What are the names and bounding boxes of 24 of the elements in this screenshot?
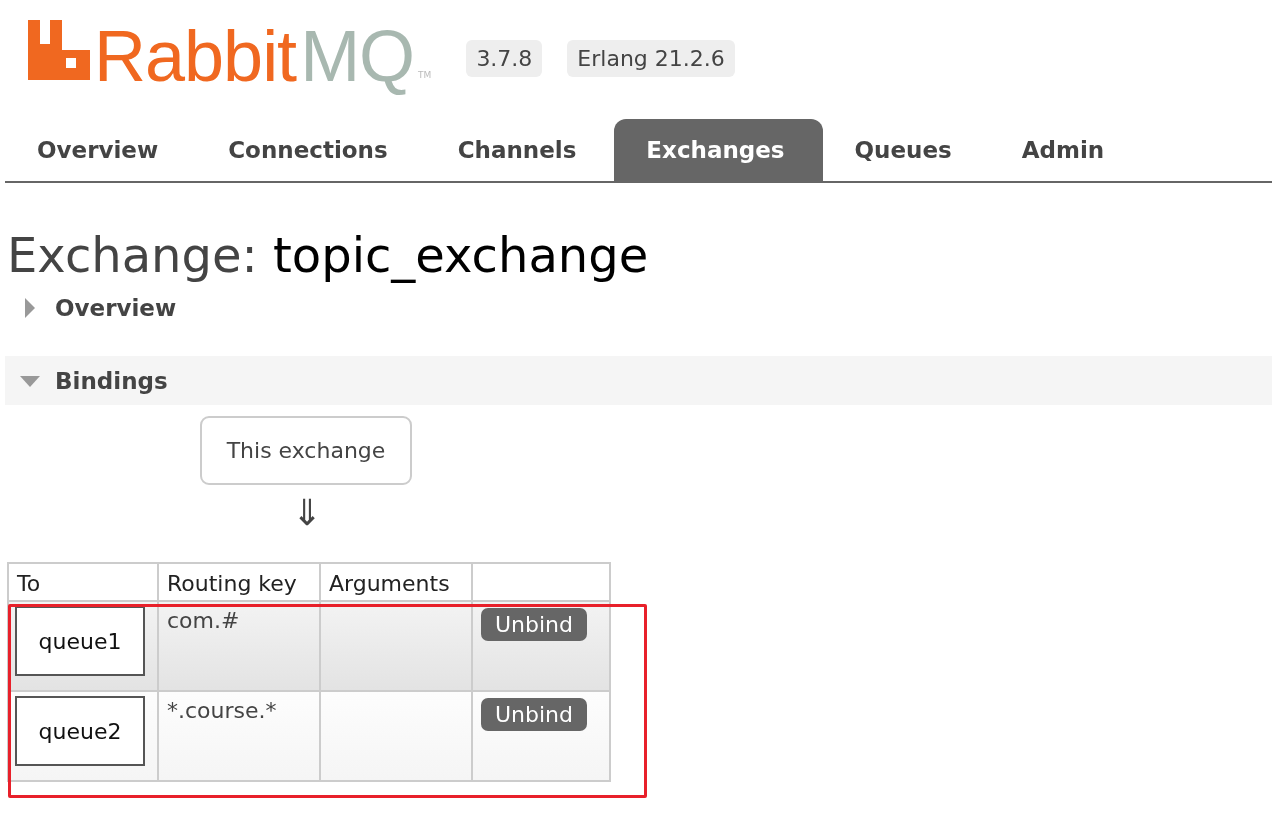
nav-tab[interactable]: Exchanges: [614, 119, 823, 181]
down-arrow: ⇓: [292, 491, 323, 535]
logo-text: Rabbit: [94, 20, 297, 92]
nav-tab[interactable]: Channels: [425, 119, 615, 181]
table-cell: *.course.*: [167, 698, 277, 723]
version-badge: Erlang 21.2.6: [567, 40, 735, 77]
page-title: Exchange: topic_exchange: [7, 227, 650, 283]
table-cell: com.#: [167, 608, 240, 633]
unbind-button[interactable]: Unbind: [481, 698, 588, 731]
section-header[interactable]: Bindings: [5, 356, 1272, 405]
queue-node[interactable]: queue1: [15, 606, 145, 676]
section-header[interactable]: Overview: [5, 283, 1272, 332]
nav-tab[interactable]: Admin: [989, 119, 1143, 181]
queue-node[interactable]: queue2: [15, 696, 145, 766]
nav-tab[interactable]: Queues: [822, 119, 990, 181]
column-header: Routing key: [158, 563, 320, 601]
trademark-mark: TM: [418, 70, 432, 80]
nav-tab[interactable]: Connections: [196, 119, 426, 181]
version-badge: 3.7.8: [466, 40, 543, 77]
source-node: This exchange: [200, 416, 412, 485]
logo-icon: [28, 20, 90, 80]
column-header: To: [8, 563, 158, 601]
unbind-button[interactable]: Unbind: [481, 608, 588, 641]
nav-tab[interactable]: Overview: [5, 119, 197, 181]
